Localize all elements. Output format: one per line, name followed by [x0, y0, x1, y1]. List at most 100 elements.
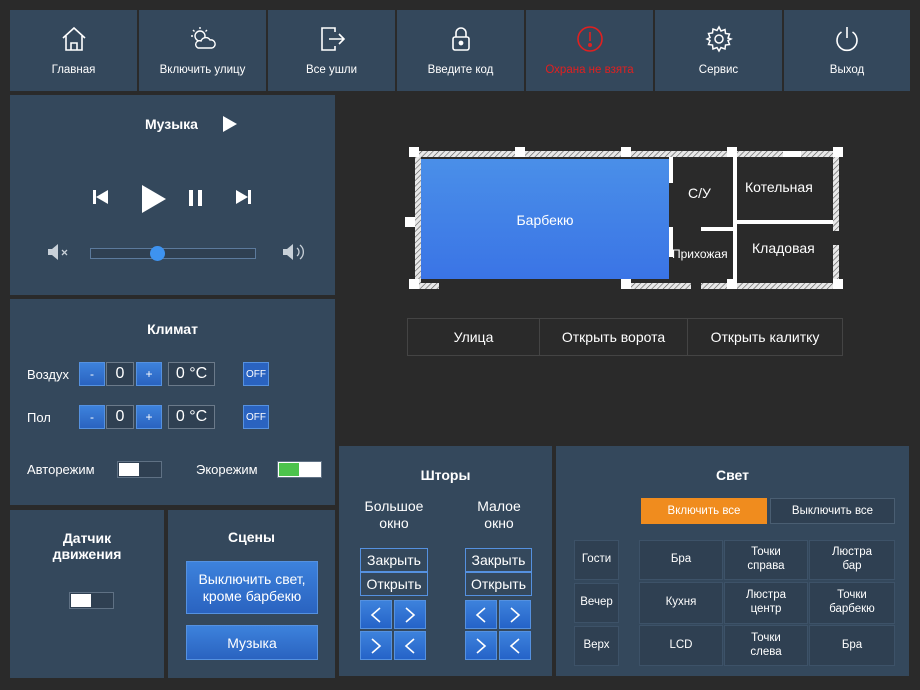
floor-label: Пол — [27, 410, 51, 425]
motion-toggle[interactable] — [69, 592, 114, 609]
light-button[interactable]: Точки справа — [724, 540, 808, 580]
nav-code-button[interactable]: Введите код — [397, 10, 524, 91]
music-title: Музыка — [145, 116, 198, 132]
chevron-left-icon — [404, 637, 415, 654]
air-value: 0 — [106, 362, 134, 386]
light-title: Свет — [716, 467, 749, 483]
light-button[interactable]: Точки слева — [724, 625, 808, 666]
big-window-label: Большое окно — [364, 498, 424, 531]
scene-music-button[interactable]: Музыка — [186, 625, 318, 660]
nav-label: Главная — [51, 64, 96, 76]
small-open-button[interactable]: Открыть — [465, 572, 532, 596]
scenes-title: Сцены — [228, 529, 275, 545]
chevron-right-icon — [510, 606, 521, 623]
row-guests-button[interactable]: Гости — [574, 540, 619, 580]
weather-icon — [190, 27, 216, 49]
chevron-left-icon — [475, 606, 486, 623]
volume-slider[interactable] — [90, 246, 256, 261]
nav-label: Сервис — [698, 64, 739, 76]
small-left-button[interactable] — [465, 600, 497, 629]
open-wicket-button[interactable]: Открыть калитку — [687, 318, 843, 356]
all-off-button[interactable]: Выключить все — [770, 498, 895, 524]
play-icon[interactable] — [142, 185, 166, 213]
light-button[interactable]: Бра — [639, 540, 723, 580]
previous-icon[interactable] — [93, 189, 109, 205]
street-button[interactable]: Улица — [407, 318, 540, 356]
small-right-button[interactable] — [499, 600, 531, 629]
row-evening-button[interactable]: Вечер — [574, 583, 619, 623]
chevron-right-icon — [476, 637, 487, 654]
nav-label: Охрана не взята — [545, 64, 634, 76]
nav-exit-button[interactable]: Выход — [784, 10, 910, 91]
volume-knob[interactable] — [149, 246, 165, 261]
room-hall-label: Прихожая — [672, 247, 728, 261]
blinds-panel: Шторы Большое окно Малое окно Закрыть От… — [339, 446, 552, 676]
nav-label: Выход — [829, 64, 865, 76]
light-button[interactable]: Кухня — [639, 582, 723, 624]
motion-panel: Датчик движения — [10, 510, 164, 678]
room-storage-label: Кладовая — [752, 240, 815, 256]
nav-home-button[interactable]: Главная — [10, 10, 137, 91]
climate-title: Климат — [147, 321, 198, 337]
eco-mode-toggle[interactable] — [277, 461, 322, 478]
big-left-button[interactable] — [360, 600, 392, 629]
light-button[interactable]: Бра — [809, 625, 895, 666]
volume-icon[interactable] — [282, 241, 308, 263]
nav-label: Все ушли — [305, 64, 358, 76]
air-minus-button[interactable]: - — [79, 362, 105, 386]
exit-icon — [320, 27, 345, 51]
light-button[interactable]: Люстра центр — [724, 582, 808, 624]
chevron-left-icon — [370, 606, 381, 623]
floor-value: 0 — [106, 405, 134, 429]
nav-label: Включить улицу — [159, 64, 246, 76]
climate-panel: Климат Воздух - 0 + 0 °C OFF Пол - 0 + 0… — [10, 299, 335, 505]
nav-service-button[interactable]: Сервис — [655, 10, 782, 91]
big-open-button[interactable]: Открыть — [360, 572, 428, 596]
chevron-left-icon — [509, 637, 520, 654]
mute-icon[interactable] — [47, 242, 71, 262]
small-left-button-2[interactable] — [499, 631, 531, 660]
chevron-right-icon — [371, 637, 382, 654]
floor-plus-button[interactable]: + — [136, 405, 162, 429]
nav-street-button[interactable]: Включить улицу — [139, 10, 266, 91]
floor-off-button[interactable]: OFF — [243, 405, 269, 429]
light-panel: Свет Включить все Выключить все Гости Ве… — [556, 446, 909, 676]
room-wc-label: С/У — [688, 185, 711, 201]
light-button[interactable]: Точки барбекю — [809, 582, 895, 624]
row-top-button[interactable]: Верх — [574, 626, 619, 666]
alert-icon — [576, 26, 603, 52]
nav-label: Введите код — [427, 64, 494, 76]
small-window-label: Малое окно — [477, 498, 521, 531]
big-right-button[interactable] — [394, 600, 426, 629]
gear-icon — [704, 25, 733, 53]
play-small-icon[interactable] — [223, 116, 237, 132]
air-temperature: 0 °C — [168, 362, 215, 386]
scene-lights-off-button[interactable]: Выключить свет, кроме барбекю — [186, 561, 318, 614]
power-icon — [836, 27, 858, 52]
blinds-title: Шторы — [420, 467, 471, 483]
air-off-button[interactable]: OFF — [243, 362, 269, 386]
eco-mode-label: Экорежим — [196, 462, 258, 477]
lock-icon — [451, 27, 470, 51]
big-close-button[interactable]: Закрыть — [360, 548, 428, 572]
nav-all-left-button[interactable]: Все ушли — [268, 10, 395, 91]
light-button[interactable]: Люстра бар — [809, 540, 895, 580]
home-icon — [61, 26, 86, 51]
small-close-button[interactable]: Закрыть — [465, 548, 532, 572]
big-right-button-2[interactable] — [360, 631, 392, 660]
big-left-button-2[interactable] — [394, 631, 426, 660]
air-label: Воздух — [27, 367, 70, 382]
auto-mode-label: Авторежим — [27, 462, 95, 477]
small-right-button-2[interactable] — [465, 631, 497, 660]
floor-minus-button[interactable]: - — [79, 405, 105, 429]
auto-mode-toggle[interactable] — [117, 461, 162, 478]
all-on-button[interactable]: Включить все — [641, 498, 767, 524]
air-plus-button[interactable]: + — [136, 362, 162, 386]
light-button[interactable]: LCD — [639, 625, 723, 666]
open-gate-button[interactable]: Открыть ворота — [539, 318, 688, 356]
music-panel: Музыка — [10, 95, 335, 295]
next-icon[interactable] — [235, 189, 251, 205]
motion-title: Датчик движения — [52, 530, 122, 563]
nav-security-button[interactable]: Охрана не взята — [526, 10, 653, 91]
pause-icon[interactable] — [189, 190, 202, 206]
